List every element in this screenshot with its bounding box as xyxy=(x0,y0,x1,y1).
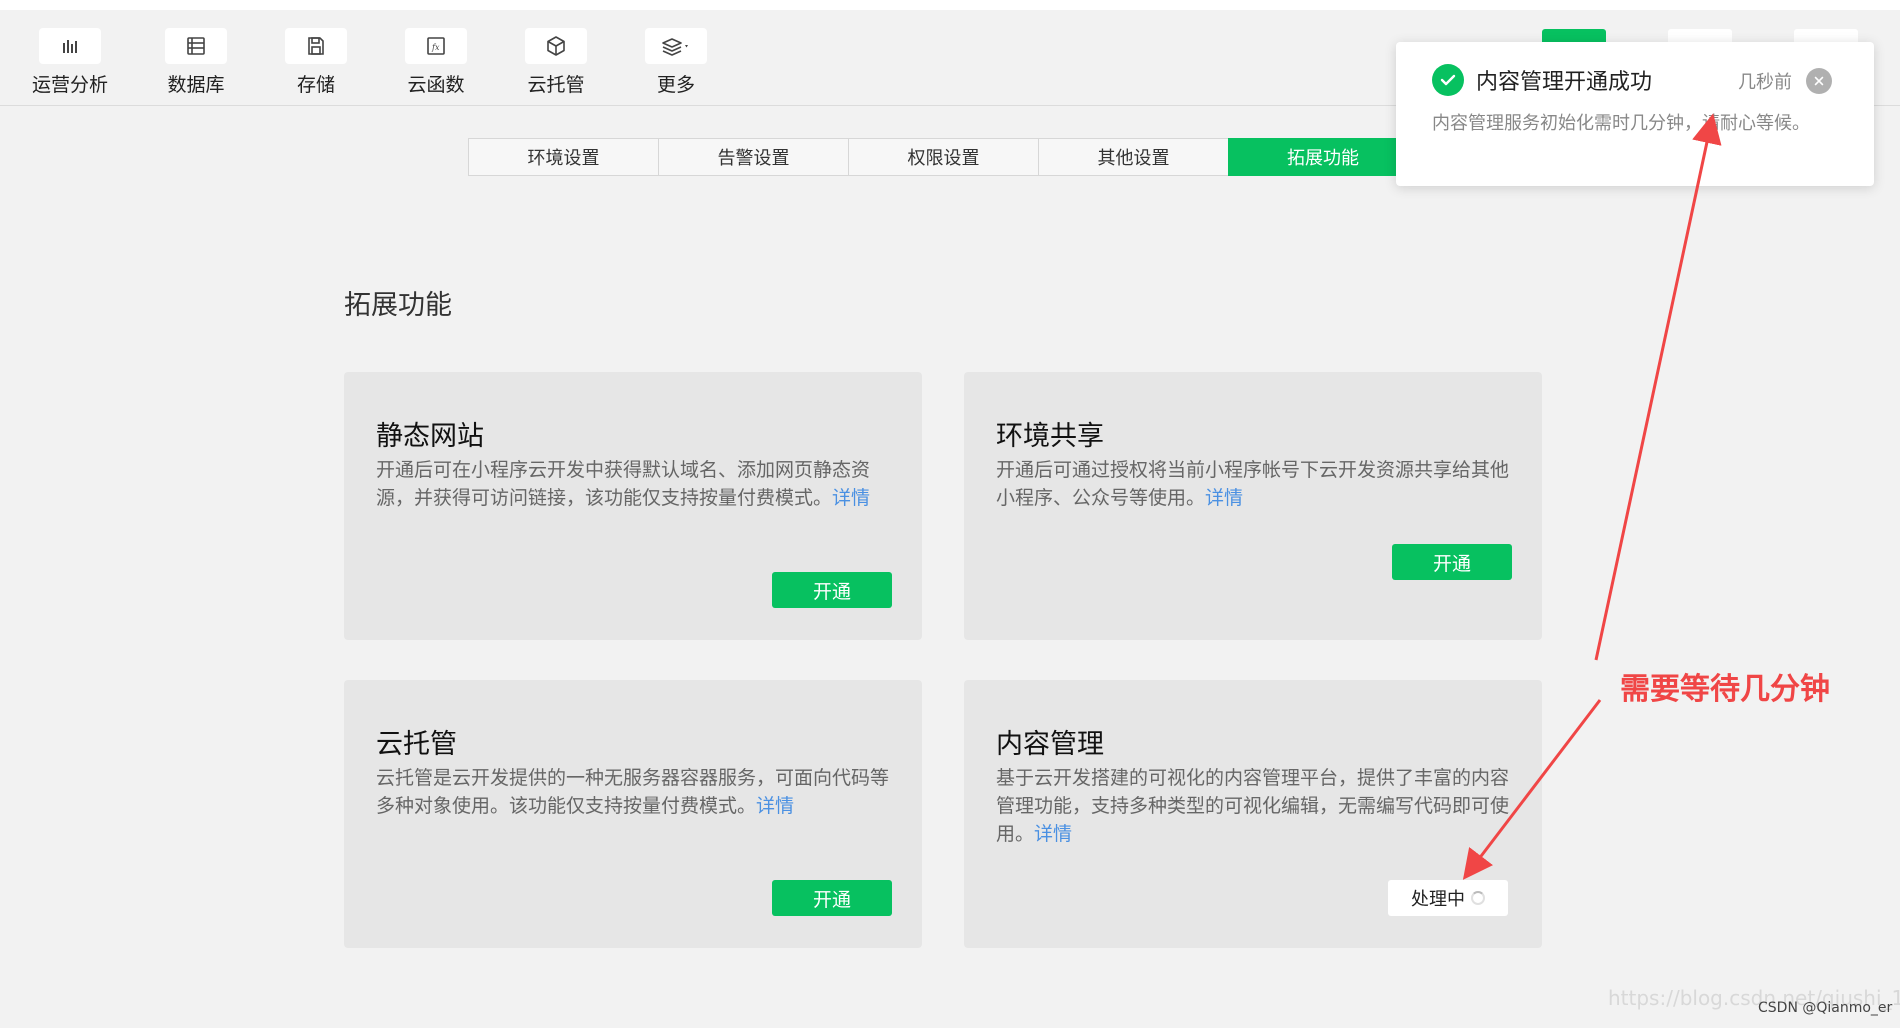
card-title: 环境共享 xyxy=(996,421,1104,452)
processing-button: 处理中 xyxy=(1388,880,1508,916)
toolbar-item-cloudrun[interactable]: 云托管 xyxy=(506,28,606,97)
database-icon xyxy=(165,28,227,64)
extension-card-cloud-hosting: 云托管 云托管是云开发提供的一种无服务器容器服务，可面向代码等多种对象使用。该功… xyxy=(344,680,922,948)
toolbar-item-label: 更多 xyxy=(656,74,695,96)
annotation-text: 需要等待几分钟 xyxy=(1620,672,1830,707)
top-strip xyxy=(0,0,1900,10)
extension-card-static-website: 静态网站 开通后可在小程序云开发中获得默认域名、添加网页静态资源，并获得可访问链… xyxy=(344,372,922,640)
card-title: 内容管理 xyxy=(996,729,1104,760)
details-link[interactable]: 详情 xyxy=(1205,487,1243,509)
activate-button[interactable]: 开通 xyxy=(772,880,892,916)
spinner-icon xyxy=(1471,891,1485,905)
csdn-watermark: CSDN @Qianmo_er xyxy=(1758,1000,1893,1016)
toolbar-item-label: 云函数 xyxy=(407,74,465,96)
details-link[interactable]: 详情 xyxy=(1034,823,1072,845)
notification-title: 内容管理开通成功 xyxy=(1476,70,1653,95)
card-description: 基于云开发搭建的可视化的内容管理平台，提供了丰富的内容管理功能，支持多种类型的可… xyxy=(996,767,1510,845)
close-icon[interactable] xyxy=(1806,68,1832,94)
tab-environment-settings[interactable]: 环境设置 xyxy=(468,138,658,176)
function-icon: fx xyxy=(405,28,467,64)
tab-permission-settings[interactable]: 权限设置 xyxy=(848,138,1038,176)
save-icon xyxy=(285,28,347,64)
toolbar-item-label: 运营分析 xyxy=(31,74,108,96)
details-link[interactable]: 详情 xyxy=(756,795,794,817)
activate-button[interactable]: 开通 xyxy=(1392,544,1512,580)
toolbar-item-label: 数据库 xyxy=(167,74,225,96)
tab-other-settings[interactable]: 其他设置 xyxy=(1038,138,1228,176)
notification-message: 内容管理服务初始化需时几分钟，请耐心等候。 xyxy=(1432,113,1810,134)
processing-label: 处理中 xyxy=(1411,889,1465,910)
card-title: 静态网站 xyxy=(376,421,484,452)
bar-chart-icon xyxy=(39,28,101,64)
toolbar-item-functions[interactable]: fx 云函数 xyxy=(386,28,486,97)
details-link[interactable]: 详情 xyxy=(832,487,870,509)
page-title: 拓展功能 xyxy=(344,290,452,321)
settings-tabs: 环境设置 告警设置 权限设置 其他设置 拓展功能 xyxy=(468,138,1418,176)
success-notification: 内容管理开通成功 几秒前 内容管理服务初始化需时几分钟，请耐心等候。 xyxy=(1396,42,1874,186)
svg-text:fx: fx xyxy=(431,43,440,52)
extension-card-content-management: 内容管理 基于云开发搭建的可视化的内容管理平台，提供了丰富的内容管理功能，支持多… xyxy=(964,680,1542,948)
card-description: 开通后可通过授权将当前小程序帐号下云开发资源共享给其他小程序、公众号等使用。详情 xyxy=(996,459,1510,509)
layers-icon xyxy=(645,28,707,64)
toolbar-item-label: 存储 xyxy=(296,74,335,96)
notification-time: 几秒前 xyxy=(1738,72,1792,93)
toolbar-item-analytics[interactable]: 运营分析 xyxy=(20,28,120,97)
activate-button[interactable]: 开通 xyxy=(772,572,892,608)
tab-alert-settings[interactable]: 告警设置 xyxy=(658,138,848,176)
extension-card-env-sharing: 环境共享 开通后可通过授权将当前小程序帐号下云开发资源共享给其他小程序、公众号等… xyxy=(964,372,1542,640)
cube-icon xyxy=(525,28,587,64)
arrow-to-notification xyxy=(1594,113,1722,661)
card-description: 云托管是云开发提供的一种无服务器容器服务，可面向代码等多种对象使用。该功能仅支持… xyxy=(376,767,890,817)
toolbar-item-storage[interactable]: 存储 xyxy=(266,28,366,97)
card-title: 云托管 xyxy=(376,729,457,760)
toolbar-item-database[interactable]: 数据库 xyxy=(146,28,246,97)
toolbar-item-label: 云托管 xyxy=(527,74,585,96)
card-description: 开通后可在小程序云开发中获得默认域名、添加网页静态资源，并获得可访问链接，该功能… xyxy=(376,459,871,509)
check-circle-icon xyxy=(1432,64,1464,96)
toolbar-item-more[interactable]: 更多 xyxy=(626,28,726,97)
tab-extensions[interactable]: 拓展功能 xyxy=(1228,138,1418,176)
